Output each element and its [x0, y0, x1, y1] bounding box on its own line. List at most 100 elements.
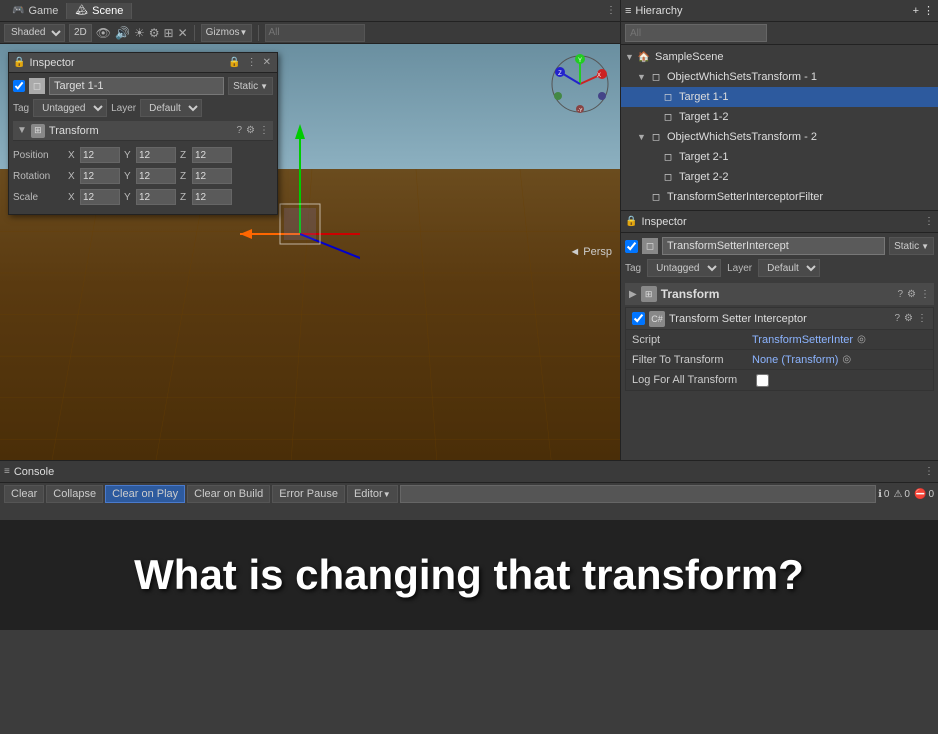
rot-y-input[interactable]: [136, 168, 176, 184]
tree-item-filter[interactable]: ◻ TransformSetterInterceptorFilter: [621, 187, 938, 207]
ri-layer-select[interactable]: Default: [758, 259, 820, 277]
tab-scene-label: Scene: [92, 5, 123, 17]
filter-value: None (Transform) ◎: [752, 354, 927, 366]
tree-item-target12[interactable]: ◻ Target 1-2: [621, 107, 938, 127]
toolbar-icon-6[interactable]: ✕: [178, 26, 188, 40]
ri-active-checkbox[interactable]: [625, 240, 638, 253]
static-dropdown-btn[interactable]: Static ▼: [228, 77, 273, 95]
transform-more-btn[interactable]: ⋮: [920, 289, 930, 300]
console-options-btn[interactable]: ⋮: [924, 466, 934, 477]
pos-y-label: Y: [124, 150, 136, 161]
hierarchy-search-input[interactable]: [625, 24, 767, 42]
rot-x-input[interactable]: [80, 168, 120, 184]
pos-z-input[interactable]: [192, 147, 232, 163]
tab-scene[interactable]: 🏔 Scene: [67, 3, 132, 19]
inspector-lock-btn[interactable]: 🔒: [226, 57, 242, 68]
script-more-btn[interactable]: ⋮: [917, 313, 927, 324]
inspector-menu-btn[interactable]: ⋮: [245, 57, 259, 68]
script-section-header[interactable]: C# Transform Setter Interceptor ? ⚙ ⋮: [626, 308, 933, 330]
transform-help-icon[interactable]: ?: [236, 125, 242, 136]
tag-select[interactable]: Untagged: [33, 99, 107, 117]
transform-section-toggle: ▶: [629, 289, 637, 300]
log-all-checkbox[interactable]: [756, 374, 769, 387]
scale-z-input[interactable]: [192, 189, 232, 205]
tree-item-target11[interactable]: ◻ Target 1-1: [621, 87, 938, 107]
scale-z-label: Z: [180, 192, 192, 203]
script-value-icon: ◎: [857, 334, 866, 345]
error-icon: ⛔: [914, 489, 926, 500]
right-inspector-menu[interactable]: ⋮: [924, 216, 934, 227]
transform-help-btn[interactable]: ?: [897, 289, 903, 300]
pos-y-input[interactable]: [136, 147, 176, 163]
transform-component-header[interactable]: ▼ ⊞ Transform ? ⚙ ⋮: [13, 121, 273, 141]
script-field-row: Script TransformSetterInter ◎: [626, 330, 933, 350]
script-settings-btn[interactable]: ⚙: [904, 313, 913, 324]
toolbar-icon-5[interactable]: ⊞: [164, 26, 174, 40]
toolbar-icon-2[interactable]: 🔊: [115, 26, 130, 40]
scale-y-input[interactable]: [136, 189, 176, 205]
rot-y-label: Y: [124, 171, 136, 182]
right-inspector-title: Inspector: [641, 216, 686, 228]
inspector-overlay-body: ◻ Static ▼ Tag Untagged Layer: [9, 73, 277, 214]
toolbar-icon-3[interactable]: ☀: [134, 26, 145, 40]
scene-search-input[interactable]: [265, 24, 365, 42]
2d-toggle[interactable]: 2D: [69, 24, 92, 42]
scale-x-input[interactable]: [80, 189, 120, 205]
left-panel: 🎮 Game 🏔 Scene ⋮ Shaded 2D 👁 🔊 ☀ ⚙ ⊞ ✕: [0, 0, 620, 460]
gizmos-button[interactable]: Gizmos ▼: [201, 24, 253, 42]
expand-obj2-icon: ▼: [637, 132, 649, 142]
tree-item-samplescene[interactable]: ▼ 🏠 SampleScene: [621, 47, 938, 67]
object-name-field[interactable]: [49, 77, 224, 95]
transform-settings-icon[interactable]: ⚙: [246, 125, 255, 136]
inspector-overlay-titlebar: 🔒 Inspector 🔒 ⋮ ✕: [9, 53, 277, 73]
console-search-input[interactable]: [400, 485, 876, 503]
ri-static-btn[interactable]: Static ▼: [889, 237, 934, 255]
clear-button[interactable]: Clear: [4, 485, 44, 503]
script-component-section: C# Transform Setter Interceptor ? ⚙ ⋮ Sc…: [625, 307, 934, 391]
hierarchy-add-btn[interactable]: +: [913, 5, 919, 17]
filter-target-icon[interactable]: ◎: [842, 354, 851, 365]
tab-bar: 🎮 Game 🏔 Scene ⋮: [0, 0, 620, 22]
tree-item-target22[interactable]: ◻ Target 2-2: [621, 167, 938, 187]
tab-game[interactable]: 🎮 Game: [4, 3, 67, 19]
tab-bar-menu[interactable]: ⋮: [606, 5, 616, 16]
object-active-checkbox[interactable]: [13, 80, 25, 92]
tree-item-obj2[interactable]: ▼ ◻ ObjectWhichSetsTransform - 2: [621, 127, 938, 147]
layer-select[interactable]: Default: [140, 99, 202, 117]
svg-text:X: X: [597, 73, 601, 79]
transform-section-actions: ? ⚙ ⋮: [897, 289, 930, 300]
svg-text:Z: Z: [558, 71, 562, 77]
layer-label: Layer: [111, 103, 136, 114]
right-inspector-lock-icon[interactable]: 🔒: [625, 216, 637, 227]
target11-icon: ◻: [661, 90, 675, 104]
console-counts: ℹ 0 ⚠ 0 ⛔ 0: [878, 489, 934, 500]
inspector-close-btn[interactable]: ✕: [261, 57, 273, 68]
script-value-text: TransformSetterInter: [752, 334, 853, 346]
transform-settings-btn[interactable]: ⚙: [907, 289, 916, 300]
inspector-overlay-title: Inspector: [29, 57, 226, 69]
pos-x-input[interactable]: [80, 147, 120, 163]
transform-menu-icon[interactable]: ⋮: [259, 125, 269, 136]
console-panel: ≡ Console ⋮ Clear Collapse Clear on Play…: [0, 460, 938, 520]
shading-select[interactable]: Shaded: [4, 24, 65, 42]
ri-tag-select[interactable]: Untagged: [647, 259, 721, 277]
separator-2: [258, 25, 259, 41]
error-pause-button[interactable]: Error Pause: [272, 485, 345, 503]
script-help-btn[interactable]: ?: [894, 313, 900, 324]
rot-z-input[interactable]: [192, 168, 232, 184]
toolbar-icon-1[interactable]: 👁: [96, 26, 111, 40]
transform-section-header[interactable]: ▶ ⊞ Transform ? ⚙ ⋮: [625, 283, 934, 305]
tab-bar-options: ⋮: [606, 5, 616, 16]
editor-dropdown-button[interactable]: Editor ▼: [347, 485, 398, 503]
transform-toggle-icon: ▼: [17, 125, 27, 136]
toolbar-icon-4[interactable]: ⚙: [149, 26, 160, 40]
clear-on-play-button[interactable]: Clear on Play: [105, 485, 185, 503]
hierarchy-title: Hierarchy: [635, 5, 682, 17]
tree-item-obj1[interactable]: ▼ ◻ ObjectWhichSetsTransform - 1: [621, 67, 938, 87]
tree-item-target21[interactable]: ◻ Target 2-1: [621, 147, 938, 167]
scene-gizmo[interactable]: X Y Z -Y: [550, 54, 610, 114]
clear-on-build-button[interactable]: Clear on Build: [187, 485, 270, 503]
script-active-checkbox[interactable]: [632, 312, 645, 325]
collapse-button[interactable]: Collapse: [46, 485, 103, 503]
hierarchy-menu-btn[interactable]: ⋮: [923, 4, 934, 17]
